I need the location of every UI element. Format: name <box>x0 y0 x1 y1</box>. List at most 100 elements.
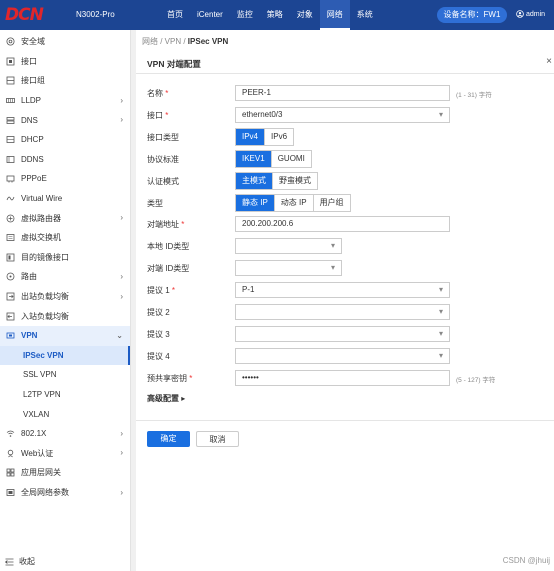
inbound-lb-icon <box>5 311 15 321</box>
chevron-right-icon: › <box>120 95 123 105</box>
proposal1-select[interactable]: P-1 <box>235 282 450 298</box>
sidebar-item-interface[interactable]: 接口 <box>0 52 130 72</box>
shield-icon <box>5 37 15 47</box>
sidebar-scrollbar[interactable] <box>131 30 136 571</box>
sidebar-item-virtual-wire[interactable]: Virtual Wire <box>0 189 130 209</box>
sidebar-item-inbound-lb[interactable]: 入站负载均衡 <box>0 306 130 326</box>
mirror-icon <box>5 252 15 262</box>
sidebar-subitem-l2tp-vpn[interactable]: L2TP VPN <box>0 385 130 405</box>
nav-system[interactable]: 系统 <box>350 0 380 30</box>
ok-button[interactable]: 确定 <box>147 431 190 447</box>
chevron-right-icon: › <box>120 487 123 497</box>
type-static-ip-option[interactable]: 静态 IP <box>236 195 275 211</box>
name-hint: (1 - 31) 字符 <box>456 92 492 99</box>
sidebar-item-ddns[interactable]: DDNS <box>0 150 130 170</box>
username: admin <box>526 10 546 18</box>
peer-address-input[interactable]: 200.200.200.6 <box>235 216 450 232</box>
sidebar-item-security-zone[interactable]: 安全域 <box>0 32 130 52</box>
proposal4-select[interactable] <box>235 348 450 364</box>
panel-header: VPN 对端配置 × <box>136 52 554 74</box>
sidebar-item-lldp[interactable]: LLDP › <box>0 91 130 111</box>
device-name-badge[interactable]: 设备名称：FW1 <box>437 7 507 23</box>
protocol-label: 协议标准 <box>147 154 179 164</box>
sidebar-subitem-ipsec-vpn[interactable]: IPSec VPN <box>0 345 130 366</box>
type-dynamic-ip-option[interactable]: 动态 IP <box>274 195 314 211</box>
device-model: N3002-Pro <box>76 10 115 19</box>
sidebar-item-label: PPPoE <box>21 174 47 184</box>
advanced-config-toggle[interactable]: 高级配置 ▸ <box>147 393 185 404</box>
lldp-icon <box>5 96 15 106</box>
chevron-right-icon: › <box>120 272 123 282</box>
sidebar-item-8021x[interactable]: 802.1X › <box>0 424 130 444</box>
sidebar-item-app-gateway[interactable]: 应用层网关 <box>0 463 130 483</box>
sidebar-item-label: DHCP <box>21 135 44 145</box>
sidebar-item-virtual-switch[interactable]: 虚拟交换机 <box>0 228 130 248</box>
pppoe-icon <box>5 174 15 184</box>
main-nav: 首页 iCenter 监控 策略 对象 网络 系统 <box>160 0 380 30</box>
name-input[interactable]: PEER-1 <box>235 85 450 101</box>
sidebar-collapse-button[interactable]: 收起 <box>5 556 35 567</box>
sidebar-item-web-auth[interactable]: Web认证 › <box>0 443 130 463</box>
form-row-peer-id: 对端 ID类型 <box>147 260 235 276</box>
sidebar-item-dns[interactable]: DNS › <box>0 110 130 130</box>
iftype-ipv4-option[interactable]: IPv4 <box>236 129 266 145</box>
user-menu[interactable]: admin <box>516 10 545 18</box>
sidebar-item-label: VPN <box>21 331 38 341</box>
sidebar-subitem-ssl-vpn[interactable]: SSL VPN <box>0 365 130 385</box>
nav-policy[interactable]: 策略 <box>260 0 290 30</box>
virtual-wire-icon <box>5 194 15 204</box>
sidebar-item-label: 802.1X <box>21 429 47 439</box>
sidebar-item-global-params[interactable]: 全局网络参数 › <box>0 483 130 503</box>
protocol-ikev1-option[interactable]: IKEV1 <box>236 151 272 167</box>
sidebar-item-dhcp[interactable]: DHCP <box>0 130 130 150</box>
iftype-ipv6-option[interactable]: IPv6 <box>265 129 294 145</box>
sidebar-item-label: 入站负载均衡 <box>21 311 69 321</box>
nav-network[interactable]: 网络 <box>319 0 350 30</box>
sidebar-subitem-vxlan[interactable]: VXLAN <box>0 404 130 424</box>
chevron-right-icon: › <box>120 291 123 301</box>
gateway-icon <box>5 468 15 478</box>
peer-id-select[interactable] <box>235 260 342 276</box>
brand-logo: DCN <box>5 5 44 25</box>
proposal2-select[interactable] <box>235 304 450 320</box>
sidebar-item-label: 虚拟路由器 <box>21 213 61 223</box>
nav-object[interactable]: 对象 <box>290 0 320 30</box>
sidebar-item-vpn[interactable]: VPN ⌄ <box>0 325 130 346</box>
auth-main-mode-option[interactable]: 主模式 <box>236 173 273 189</box>
cancel-button[interactable]: 取消 <box>196 431 239 447</box>
form-row-proposal2: 提议 2 <box>147 304 235 320</box>
psk-input[interactable]: •••••• <box>235 370 450 386</box>
sidebar-item-virtual-router[interactable]: 虚拟路由器 › <box>0 208 130 228</box>
peer-id-label: 对端 ID类型 <box>147 263 190 273</box>
sidebar-item-label: LLDP <box>21 96 42 106</box>
collapse-label: 收起 <box>19 557 35 566</box>
iftype-toggle: IPv4 IPv6 <box>235 128 295 146</box>
sidebar-item-label: 虚拟交换机 <box>21 233 61 243</box>
route-icon <box>5 272 15 282</box>
breadcrumb-path[interactable]: 网络 / VPN / <box>142 37 188 46</box>
form-row-proposal1: 提议 1 * <box>147 282 235 298</box>
auth-aggressive-option[interactable]: 野蛮模式 <box>273 173 317 189</box>
local-id-select[interactable] <box>235 238 342 254</box>
nav-icenter[interactable]: iCenter <box>190 0 230 30</box>
type-user-group-option[interactable]: 用户组 <box>313 195 350 211</box>
sidebar-item-outbound-lb[interactable]: 出站负载均衡 › <box>0 287 130 307</box>
name-label: 名称 * <box>147 88 169 98</box>
sidebar-item-route[interactable]: 路由 › <box>0 267 130 287</box>
form-row-peer: 对端地址 * <box>147 216 235 232</box>
protocol-guomi-option[interactable]: GUOMI <box>271 151 311 167</box>
proposal3-select[interactable] <box>235 326 450 342</box>
sidebar-item-label: 接口 <box>21 56 37 66</box>
sidebar-item-pppoe[interactable]: PPPoE <box>0 169 130 189</box>
sidebar-item-interface-group[interactable]: 接口组 <box>0 71 130 91</box>
interface-select[interactable]: ethernet0/3 <box>235 107 450 123</box>
form-row-proposal3: 提议 3 <box>147 326 235 342</box>
close-icon[interactable]: × <box>546 56 552 67</box>
sidebar-item-mirror-interface[interactable]: 目的镜像接口 <box>0 248 130 268</box>
sidebar-item-label: DDNS <box>21 154 44 164</box>
top-bar: DCN N3002-Pro 首页 iCenter 监控 策略 对象 网络 系统 … <box>0 0 554 30</box>
nav-home[interactable]: 首页 <box>160 0 190 30</box>
sidebar: 安全域 接口 接口组 LLDP › DNS › DHCP DDNS PPPoE Vi… <box>0 30 131 571</box>
sidebar-item-label: 安全域 <box>21 37 45 47</box>
nav-monitor[interactable]: 监控 <box>230 0 260 30</box>
